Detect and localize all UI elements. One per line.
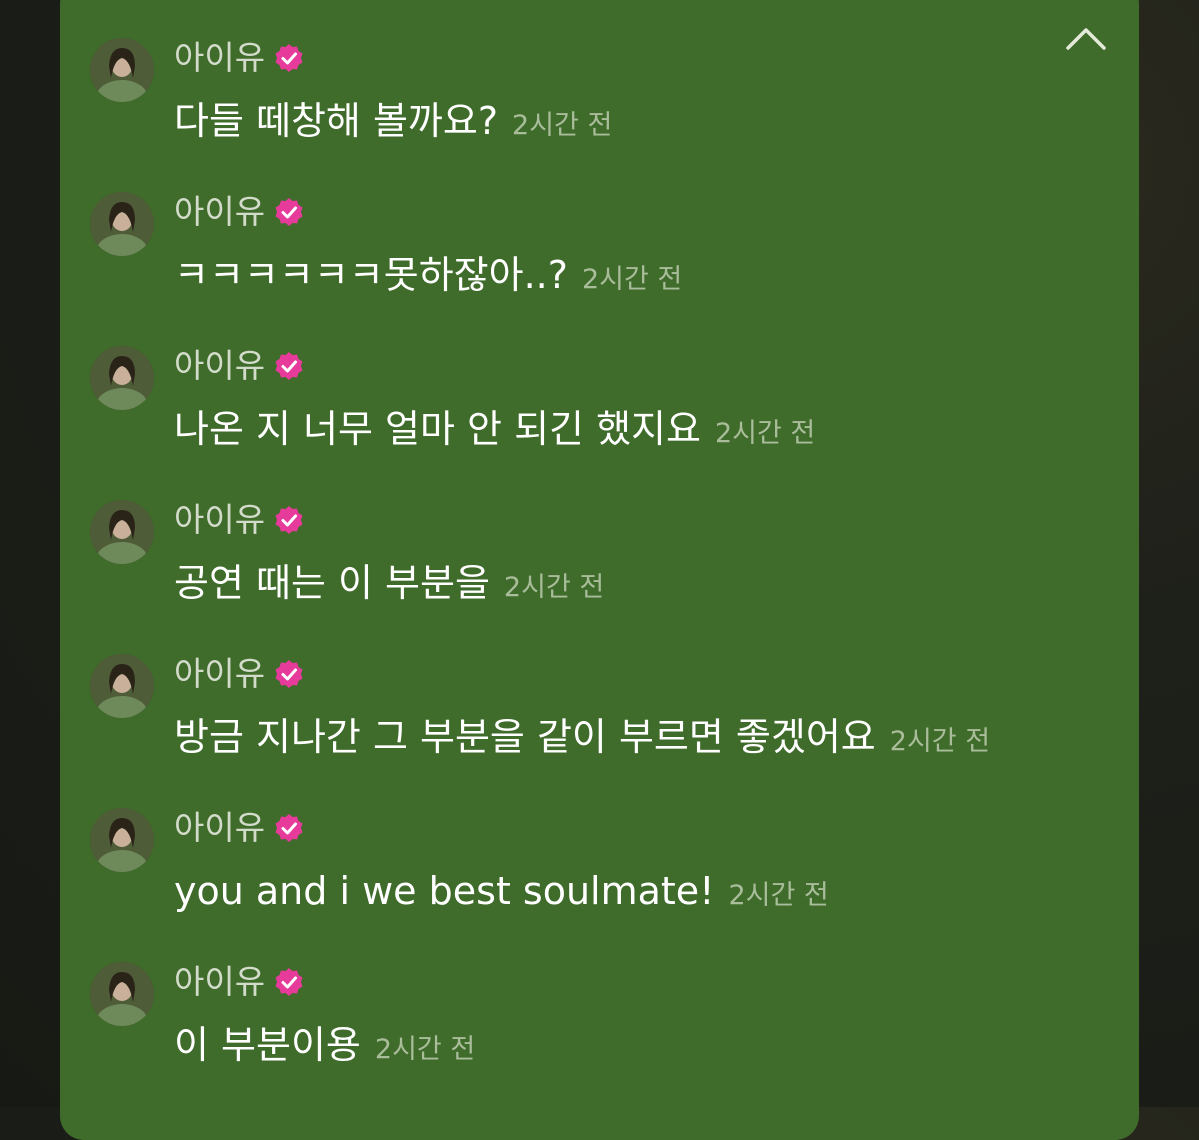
message-timestamp: 2시간 전 [714,418,816,449]
message-timestamp: 2시간 전 [581,264,683,295]
avatar[interactable] [90,808,154,872]
message-timestamp: 2시간 전 [889,726,991,757]
message-item: 아이유 방금 지나간 그 부분을 같이 부르면 좋겠어요 2시간 전 [90,654,1090,784]
author-name[interactable]: 아이유 [174,654,265,694]
verified-badge-icon [273,812,305,844]
verified-badge-icon [273,966,305,998]
author-name[interactable]: 아이유 [174,500,265,540]
message-timestamp: 2시간 전 [728,880,829,911]
message-text: 나온 지 너무 얼마 안 되긴 했지요 [174,407,701,451]
message-item: 아이유 공연 때는 이 부분을 2시간 전 [90,500,1090,630]
author-name[interactable]: 아이유 [174,808,265,848]
message-text: 공연 때는 이 부분을 [174,561,490,605]
verified-badge-icon [273,42,305,74]
avatar[interactable] [90,346,154,410]
comments-panel: 아이유 다들 떼창해 볼까요? 2시간 전 아이유 ㅋㅋㅋㅋㅋㅋ못하잖아..? … [60,0,1139,1140]
message-text: 다들 떼창해 볼까요? [174,99,499,143]
author-name[interactable]: 아이유 [174,346,265,386]
avatar[interactable] [90,38,154,102]
message-item: 아이유 이 부분이용 2시간 전 [90,962,1090,1092]
verified-badge-icon [273,350,305,382]
message-timestamp: 2시간 전 [503,572,605,603]
author-name[interactable]: 아이유 [174,962,265,1002]
avatar[interactable] [90,962,154,1026]
message-item: 아이유 나온 지 너무 얼마 안 되긴 했지요 2시간 전 [90,346,1090,476]
message-text: you and i we best soulmate! [174,869,715,913]
message-text: ㅋㅋㅋㅋㅋㅋ못하잖아..? [174,253,568,297]
avatar[interactable] [90,500,154,564]
author-name[interactable]: 아이유 [174,192,265,232]
avatar[interactable] [90,654,154,718]
verified-badge-icon [273,504,305,536]
message-item: 아이유 다들 떼창해 볼까요? 2시간 전 [90,38,1090,168]
verified-badge-icon [273,658,305,690]
verified-badge-icon [273,196,305,228]
author-name[interactable]: 아이유 [174,38,265,78]
message-timestamp: 2시간 전 [512,110,613,141]
message-item: 아이유 ㅋㅋㅋㅋㅋㅋ못하잖아..? 2시간 전 [90,192,1090,322]
avatar[interactable] [90,192,154,256]
message-text: 이 부분이용 [174,1023,361,1067]
message-item: 아이유 you and i we best soulmate! 2시간 전 [90,808,1090,938]
message-timestamp: 2시간 전 [374,1034,476,1065]
message-text: 방금 지나간 그 부분을 같이 부르면 좋겠어요 [174,715,876,759]
